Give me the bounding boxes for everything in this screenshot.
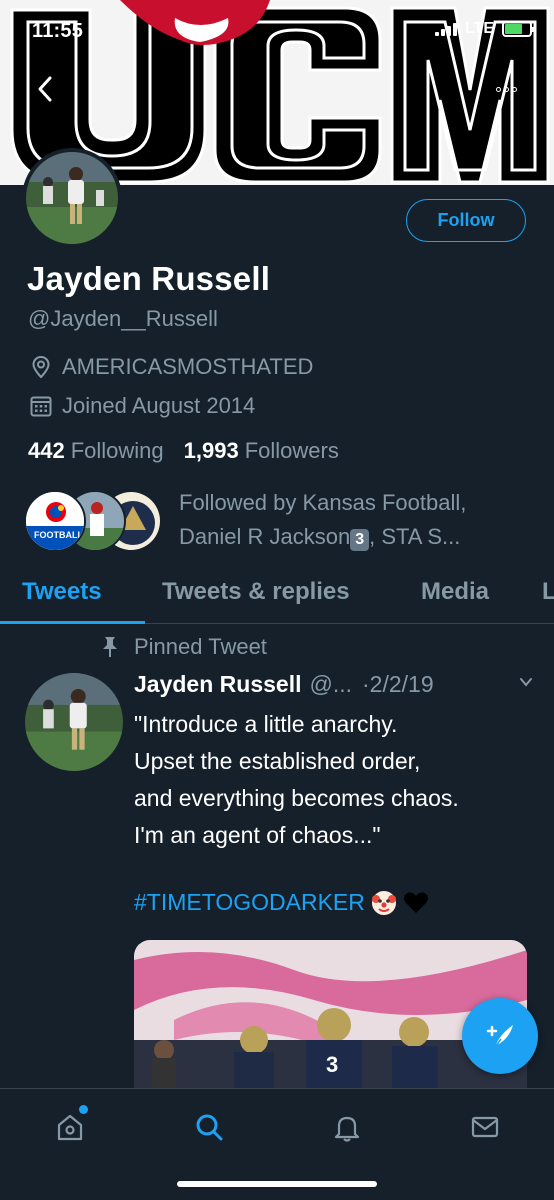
following-label[interactable]: Following bbox=[71, 438, 164, 464]
followers-count[interactable]: 1,993 bbox=[184, 438, 239, 464]
home-icon bbox=[57, 1114, 83, 1141]
profile-handle: @Jayden__Russell bbox=[28, 306, 218, 331]
joined-text: Joined August 2014 bbox=[62, 393, 256, 418]
nav-notifications[interactable] bbox=[327, 1107, 367, 1147]
follower-avatar-1-label: FOOTBALL bbox=[34, 530, 83, 540]
tweet-text: "Introduce a little anarchy. Upset the e… bbox=[134, 706, 529, 854]
notification-dot bbox=[79, 1105, 88, 1114]
hashtag-link[interactable]: #TIMETOGODARKER bbox=[134, 889, 365, 916]
profile-tabs: Tweets Tweets & replies Media L bbox=[0, 572, 554, 624]
nav-messages[interactable] bbox=[465, 1107, 505, 1147]
profile-name: Jayden Russell bbox=[27, 260, 271, 297]
followed-by-text: Followed by Kansas Football, Daniel R Ja… bbox=[179, 486, 539, 554]
tweet-line-2: Upset the established order, bbox=[134, 748, 421, 774]
battery-icon bbox=[502, 21, 535, 37]
avatar-photo bbox=[26, 152, 118, 244]
mail-icon bbox=[471, 1116, 499, 1138]
tweet-author-name[interactable]: Jayden Russell bbox=[134, 671, 301, 698]
tweet-line-3: and everything becomes chaos. bbox=[134, 785, 459, 811]
tab-likes[interactable]: L bbox=[542, 578, 554, 606]
chevron-down-icon[interactable] bbox=[518, 674, 534, 695]
compose-tweet-icon bbox=[486, 1025, 513, 1048]
follow-button[interactable]: Follow bbox=[406, 199, 526, 242]
tab-tweets[interactable]: Tweets bbox=[22, 578, 102, 606]
followers-label[interactable]: Followers bbox=[245, 438, 339, 464]
bell-icon bbox=[334, 1116, 360, 1142]
pin-icon bbox=[103, 637, 117, 657]
status-bar: 11:55 LTE bbox=[0, 0, 554, 64]
back-button[interactable] bbox=[30, 72, 64, 106]
more-icon bbox=[495, 86, 501, 92]
nav-search[interactable] bbox=[189, 1107, 229, 1147]
followed-by-avatars: FOOTBALL bbox=[24, 490, 164, 554]
tweet-line-4: I'm an agent of chaos..." bbox=[134, 822, 381, 848]
more-options-button[interactable] bbox=[488, 76, 524, 102]
profile-location: AMERICASMOSTHATED bbox=[28, 354, 313, 380]
tab-media[interactable]: Media bbox=[421, 578, 489, 606]
search-icon bbox=[196, 1114, 223, 1141]
follow-stats: 442 Following 1,993 Followers bbox=[28, 438, 339, 464]
number-3-badge: 3 bbox=[350, 529, 370, 551]
tweet-author-handle[interactable]: @... bbox=[309, 671, 352, 698]
tweet-line-1: "Introduce a little anarchy. bbox=[134, 711, 398, 737]
tweet-author-avatar[interactable] bbox=[25, 673, 123, 771]
clown-emoji-icon bbox=[371, 890, 397, 916]
location-pin-icon bbox=[28, 354, 54, 380]
avatar-photo bbox=[25, 673, 123, 771]
profile-avatar[interactable] bbox=[22, 148, 122, 248]
nav-home[interactable] bbox=[50, 1105, 90, 1147]
active-tab-indicator bbox=[0, 621, 145, 624]
status-indicators: LTE bbox=[434, 20, 535, 38]
status-time: 11:55 bbox=[32, 20, 84, 42]
tweet-hashtag-line: #TIMETOGODARKER bbox=[134, 889, 429, 916]
svg-text:3: 3 bbox=[326, 1052, 338, 1077]
following-count[interactable]: 442 bbox=[28, 438, 65, 464]
followed-by-line-1: Followed by Kansas Football, bbox=[179, 490, 467, 515]
black-heart-icon bbox=[403, 890, 429, 916]
pinned-tweet-label: Pinned Tweet bbox=[100, 634, 267, 660]
follower-avatar-1: FOOTBALL bbox=[24, 490, 86, 552]
tweet-date: ·2/2/19 bbox=[362, 671, 434, 697]
followed-by-line-2: Daniel R Jackson 3, STA S... bbox=[179, 524, 461, 551]
calendar-icon bbox=[28, 393, 54, 419]
home-indicator[interactable] bbox=[177, 1181, 377, 1187]
compose-tweet-button[interactable] bbox=[462, 998, 538, 1074]
network-label: LTE bbox=[464, 20, 494, 37]
signal-icon bbox=[434, 22, 457, 36]
profile-joined: Joined August 2014 bbox=[28, 393, 255, 419]
tweet-header: Jayden Russell @... ·2/2/19 bbox=[134, 671, 534, 698]
followed-by-section[interactable]: FOOTBALL Followed by Kansas Football, Da… bbox=[24, 486, 544, 556]
pinned-text: Pinned Tweet bbox=[134, 634, 267, 659]
location-text: AMERICASMOSTHATED bbox=[62, 354, 314, 379]
tab-tweets-replies[interactable]: Tweets & replies bbox=[162, 578, 350, 606]
back-arrow-icon bbox=[38, 76, 52, 102]
